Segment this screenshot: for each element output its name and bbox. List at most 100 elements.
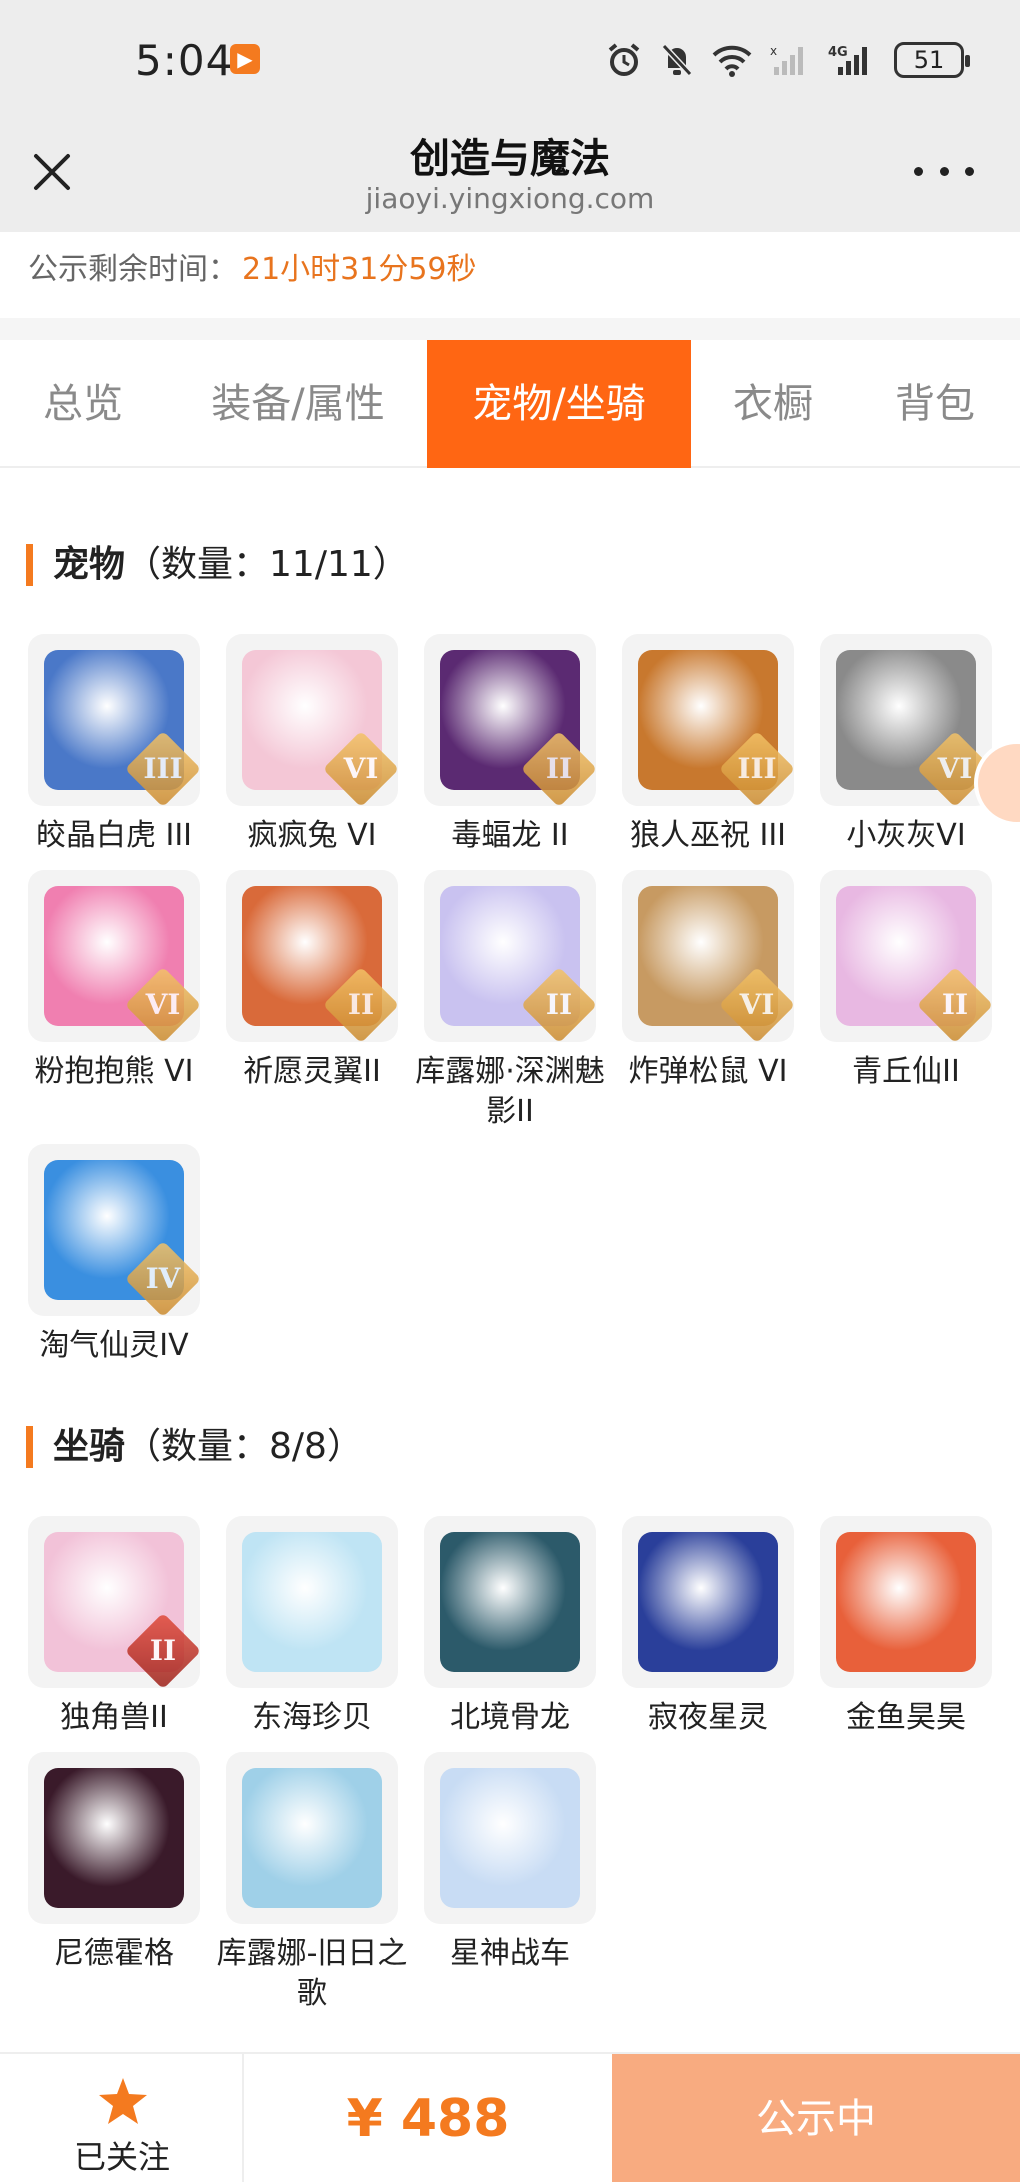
mount-card[interactable]: 北境骨龙	[424, 1516, 596, 1738]
pets-count: （数量：11/11）	[125, 544, 409, 585]
thumbnail: VI	[226, 634, 398, 806]
thumbnail: II	[820, 870, 992, 1042]
rank-label: VI	[739, 988, 775, 1021]
thumbnail: II	[226, 870, 398, 1042]
mount-card[interactable]: II 独角兽II	[28, 1516, 200, 1738]
rank-label: II	[545, 988, 573, 1021]
pet-card[interactable]: II 祈愿灵翼II	[226, 870, 398, 1092]
rank-badge: VI	[322, 730, 398, 806]
tab-pets-mounts[interactable]: 宠物/坐骑	[427, 340, 691, 468]
app-notification-icon: ▶	[230, 44, 260, 74]
thumbnail: II	[28, 1516, 200, 1688]
mount-card[interactable]: 寂夜星灵	[622, 1516, 794, 1738]
pet-card[interactable]: II 青丘仙II	[820, 870, 992, 1092]
pet-card[interactable]: VI 粉抱抱熊 VI	[28, 870, 200, 1092]
rank-badge: II	[520, 966, 596, 1042]
pet-card[interactable]: VI 小灰灰VI	[820, 634, 992, 856]
countdown-value: 21小时31分59秒	[242, 252, 477, 287]
thumbnail	[28, 1752, 200, 1924]
pet-name: 炸弹松鼠 VI	[628, 1054, 788, 1089]
thumbnail: VI	[820, 634, 992, 806]
thumbnail	[424, 1516, 596, 1688]
rank-badge: VI	[124, 966, 200, 1042]
price-display: ¥ 488	[346, 2089, 510, 2149]
thumbnail	[622, 1516, 794, 1688]
tab-equipment[interactable]: 装备/属性	[178, 340, 418, 468]
tab-overview[interactable]: 总览	[0, 340, 166, 468]
publicity-status-button[interactable]: 公示中	[612, 2054, 1020, 2182]
pet-card[interactable]: VI 疯疯兔 VI	[226, 634, 398, 856]
signal-4g-icon: 4G	[828, 45, 867, 75]
mount-card[interactable]: 东海珍贝	[226, 1516, 398, 1738]
rank-label: VI	[343, 752, 379, 785]
mount-name: 库露娜-旧日之歌	[216, 1936, 408, 2011]
tab-backpack[interactable]: 背包	[860, 340, 1010, 468]
thumbnail: VI	[622, 870, 794, 1042]
pet-card[interactable]: III 狼人巫祝 III	[622, 634, 794, 856]
mount-card[interactable]: 星神战车	[424, 1752, 596, 1974]
mounts-title: 坐骑	[53, 1426, 126, 1467]
more-menu-icon[interactable]	[914, 156, 974, 186]
star-chariot-icon	[440, 1768, 580, 1908]
pet-name: 青丘仙II	[852, 1054, 960, 1089]
pet-card[interactable]: VI 炸弹松鼠 VI	[622, 870, 794, 1092]
night-star-spirit-icon	[638, 1532, 778, 1672]
bottom-bar: 已关注 ¥ 488 公示中	[0, 2052, 1020, 2182]
mount-name: 星神战车	[450, 1936, 570, 1971]
rank-badge: III	[718, 730, 794, 806]
bone-dragon-icon	[440, 1532, 580, 1672]
rank-label: II	[941, 988, 969, 1021]
star-icon	[99, 2078, 147, 2124]
pet-name: 库露娜·深渊魅影II	[415, 1054, 605, 1129]
rank-label: VI	[145, 988, 181, 1021]
follow-label: 已关注	[73, 2138, 170, 2176]
mount-card[interactable]: 金鱼昊昊	[820, 1516, 992, 1738]
rank-badge: II	[916, 966, 992, 1042]
battery-indicator: 51	[894, 42, 970, 78]
status-time: 5:04	[135, 36, 234, 85]
pet-card[interactable]: III 皎晶白虎 III	[28, 634, 200, 856]
mount-card[interactable]: 库露娜-旧日之歌	[217, 1752, 407, 2014]
rank-badge: II	[124, 1612, 200, 1688]
rank-badge: IV	[124, 1240, 200, 1316]
rank-label: IV	[145, 1262, 181, 1295]
follow-button[interactable]: 已关注	[0, 2054, 244, 2182]
kuluna-song-icon	[242, 1768, 382, 1908]
mount-name: 独角兽II	[60, 1700, 168, 1735]
countdown-label: 公示剩余时间：	[28, 252, 238, 287]
rank-label: III	[143, 752, 183, 785]
alarm-icon	[608, 43, 640, 76]
rank-badge: II	[520, 730, 596, 806]
mount-card[interactable]: 尼德霍格	[28, 1752, 200, 1974]
wifi-icon	[712, 45, 752, 77]
rank-badge: II	[322, 966, 398, 1042]
mounts-section-title: 坐骑（数量：8/8）	[26, 1426, 363, 1468]
thumbnail: II	[424, 870, 596, 1042]
tab-bar: 总览 装备/属性 宠物/坐骑 衣橱 背包	[0, 340, 1020, 468]
pet-name: 疯疯兔 VI	[247, 818, 377, 853]
rank-label: II	[149, 1634, 177, 1667]
rank-label: III	[737, 752, 777, 785]
pet-name: 淘气仙灵IV	[39, 1328, 189, 1363]
page-domain: jiaoyi.yingxiong.com	[365, 182, 655, 215]
thumbnail	[226, 1516, 398, 1688]
pet-name: 皎晶白虎 III	[35, 818, 193, 853]
pet-name: 粉抱抱熊 VI	[34, 1054, 194, 1089]
pet-card[interactable]: II 毒蝠龙 II	[424, 634, 596, 856]
page-header: 创造与魔法 jiaoyi.yingxiong.com	[0, 120, 1020, 232]
mount-name: 金鱼昊昊	[846, 1700, 966, 1735]
pet-card[interactable]: IV 淘气仙灵IV	[28, 1144, 200, 1366]
rank-badge: VI	[718, 966, 794, 1042]
page-title: 创造与魔法	[410, 136, 610, 182]
pets-title: 宠物	[53, 544, 126, 585]
thumbnail: VI	[28, 870, 200, 1042]
status-bar: 5:04 ▶ x 4G 51	[0, 0, 1020, 120]
thumbnail	[820, 1516, 992, 1688]
pet-card[interactable]: II 库露娜·深渊魅影II	[415, 870, 605, 1132]
tab-wardrobe[interactable]: 衣橱	[700, 340, 846, 468]
svg-text:x: x	[770, 44, 777, 58]
goldfish-icon	[836, 1532, 976, 1672]
mount-name: 寂夜星灵	[648, 1700, 768, 1735]
svg-text:4G: 4G	[828, 45, 848, 60]
mounts-count: （数量：8/8）	[125, 1426, 363, 1467]
